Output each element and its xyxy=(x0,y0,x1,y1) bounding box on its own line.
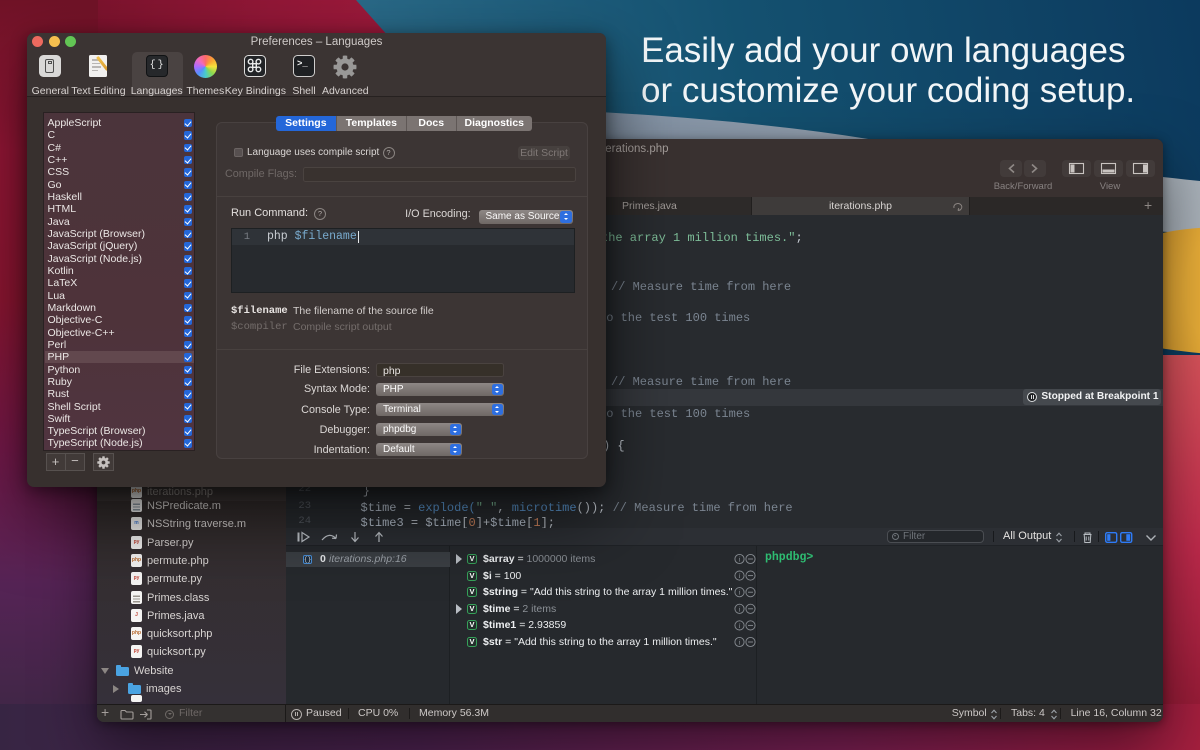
svg-text:i: i xyxy=(739,605,741,613)
svg-text:i: i xyxy=(739,639,741,647)
svg-text:i: i xyxy=(739,556,741,564)
svg-text:i: i xyxy=(739,622,741,630)
svg-text:i: i xyxy=(739,589,741,597)
svg-text:i: i xyxy=(739,572,741,580)
